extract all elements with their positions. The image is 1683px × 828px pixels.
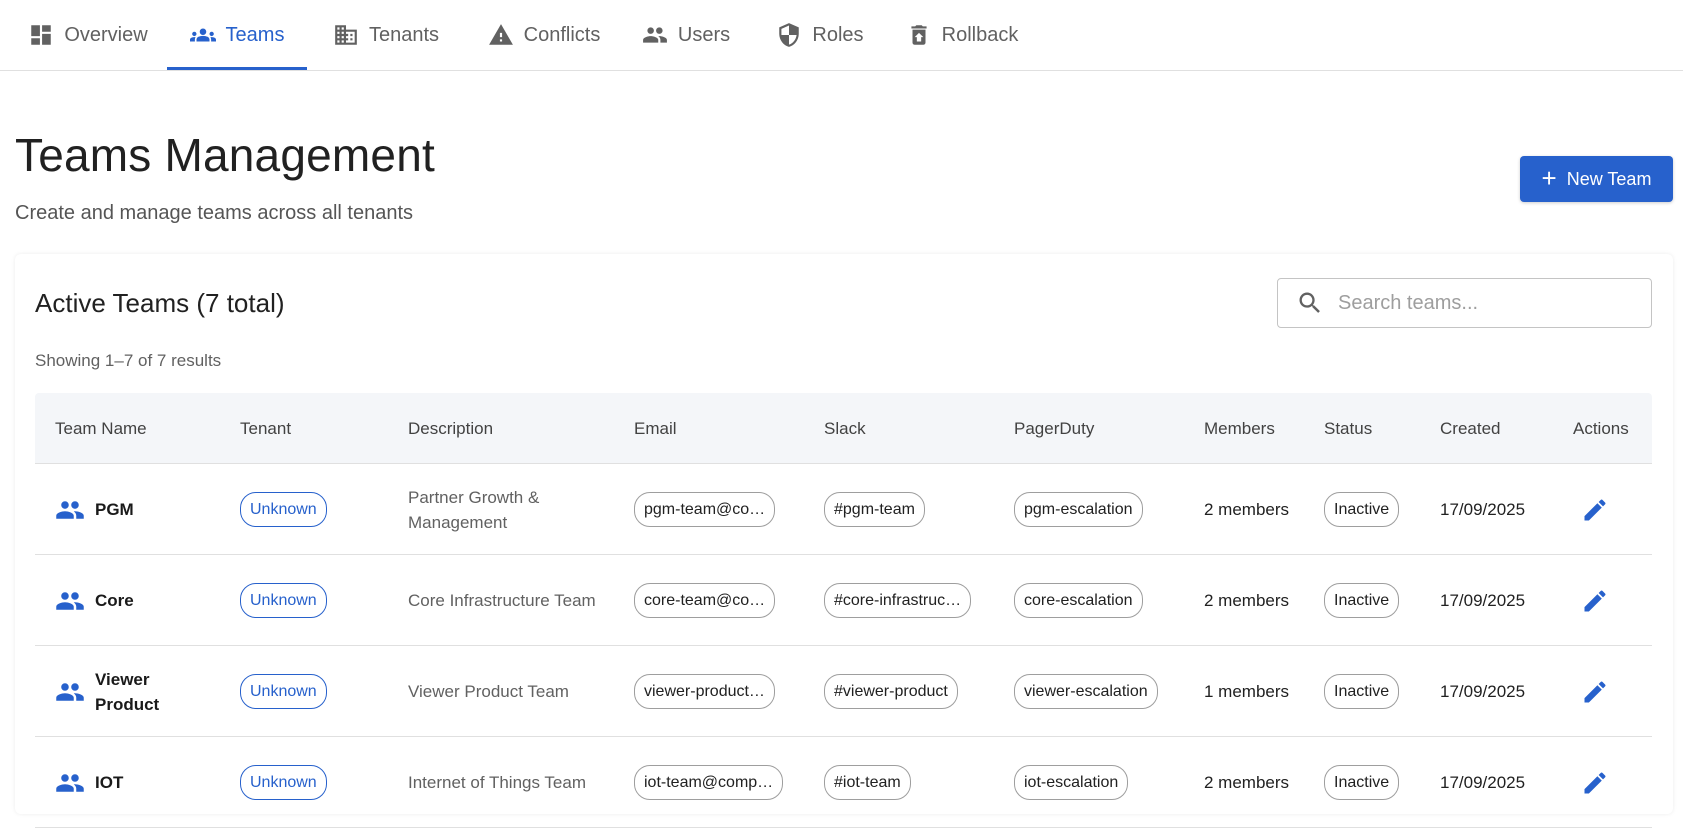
tab-label: Teams bbox=[225, 23, 285, 46]
team-description: Partner Growth & Management bbox=[408, 487, 540, 532]
slack-chip[interactable]: #viewer-product bbox=[824, 674, 958, 709]
edit-icon[interactable] bbox=[1581, 464, 1609, 555]
team-description: Core Infrastructure Team bbox=[408, 591, 596, 610]
people-icon bbox=[642, 22, 668, 48]
new-team-button[interactable]: + New Team bbox=[1520, 156, 1673, 202]
new-team-button-label: New Team bbox=[1566, 168, 1652, 189]
tab-roles[interactable]: Roles bbox=[770, 0, 870, 70]
page-title: Teams Management bbox=[15, 129, 435, 181]
email-chip[interactable]: core-team@co… bbox=[634, 583, 776, 618]
search-input[interactable] bbox=[1338, 291, 1628, 315]
card-title: Active Teams (7 total) bbox=[35, 288, 285, 318]
tab-label: Users bbox=[677, 23, 731, 46]
status-badge: Inactive bbox=[1324, 765, 1400, 800]
team-icon bbox=[55, 646, 85, 737]
members-count: 2 members bbox=[1204, 773, 1290, 792]
column-header-tenant[interactable]: Tenant bbox=[240, 393, 291, 464]
pagerduty-chip[interactable]: iot-escalation bbox=[1014, 765, 1129, 800]
email-chip[interactable]: iot-team@comp… bbox=[634, 765, 784, 800]
table-row: PGM Unknown Partner Growth & Management … bbox=[35, 464, 1652, 555]
slack-chip[interactable]: #core-infrastruc… bbox=[824, 583, 972, 618]
tab-teams[interactable]: Teams bbox=[167, 0, 307, 70]
status-badge: Inactive bbox=[1324, 583, 1400, 618]
created-date: 17/09/2025 bbox=[1440, 591, 1526, 610]
search-icon bbox=[1299, 292, 1320, 313]
column-header-pagerduty[interactable]: PagerDuty bbox=[1014, 393, 1094, 464]
team-name: Core bbox=[95, 591, 134, 610]
slack-chip[interactable]: #iot-team bbox=[824, 765, 911, 800]
column-header-slack[interactable]: Slack bbox=[824, 393, 866, 464]
tenant-chip[interactable]: Unknown bbox=[240, 765, 327, 800]
building-icon bbox=[333, 22, 359, 48]
team-description: Internet of Things Team bbox=[408, 773, 586, 792]
pagerduty-chip[interactable]: core-escalation bbox=[1014, 583, 1143, 618]
tenant-chip[interactable]: Unknown bbox=[240, 674, 327, 709]
groups-icon bbox=[189, 22, 216, 48]
team-name: IOT bbox=[95, 773, 124, 792]
team-icon bbox=[55, 737, 85, 828]
teams-card: Active Teams (7 total) Showing 1–7 of 7 … bbox=[15, 254, 1673, 828]
tab-conflicts[interactable]: Conflicts bbox=[475, 0, 613, 70]
team-icon bbox=[55, 555, 85, 646]
column-header-description[interactable]: Description bbox=[408, 393, 493, 464]
tab-rollback[interactable]: Rollback bbox=[902, 0, 1022, 70]
edit-icon[interactable] bbox=[1581, 555, 1609, 646]
results-count: Showing 1–7 of 7 results bbox=[35, 351, 222, 370]
tab-label: Roles bbox=[812, 23, 864, 46]
column-header-created[interactable]: Created bbox=[1440, 393, 1500, 464]
table-header: Team Name Tenant Description Email Slack… bbox=[35, 393, 1652, 464]
edit-icon[interactable] bbox=[1581, 737, 1609, 828]
tenant-chip[interactable]: Unknown bbox=[240, 492, 327, 527]
shield-icon bbox=[776, 22, 802, 48]
tab-label: Rollback bbox=[941, 23, 1019, 46]
column-header-email[interactable]: Email bbox=[634, 393, 677, 464]
column-header-members[interactable]: Members bbox=[1204, 393, 1275, 464]
team-name: PGM bbox=[95, 500, 134, 519]
email-chip[interactable]: viewer-product… bbox=[634, 674, 775, 709]
column-header-status[interactable]: Status bbox=[1324, 393, 1372, 464]
created-date: 17/09/2025 bbox=[1440, 773, 1526, 792]
tab-label: Overview bbox=[64, 23, 148, 46]
pagerduty-chip[interactable]: viewer-escalation bbox=[1014, 674, 1158, 709]
tab-label: Conflicts bbox=[523, 23, 601, 46]
table-row: Viewer Product Unknown Viewer Product Te… bbox=[35, 646, 1652, 737]
team-name: Viewer Product bbox=[95, 669, 160, 714]
tab-tenants[interactable]: Tenants bbox=[320, 0, 452, 70]
team-description: Viewer Product Team bbox=[408, 682, 569, 701]
search-box[interactable] bbox=[1277, 278, 1652, 328]
slack-chip[interactable]: #pgm-team bbox=[824, 492, 925, 527]
table-row: Core Unknown Core Infrastructure Team co… bbox=[35, 555, 1652, 646]
pagerduty-chip[interactable]: pgm-escalation bbox=[1014, 492, 1143, 527]
team-icon bbox=[55, 464, 85, 555]
members-count: 2 members bbox=[1204, 500, 1290, 519]
warning-icon bbox=[488, 22, 514, 48]
tab-users[interactable]: Users bbox=[636, 0, 736, 70]
status-badge: Inactive bbox=[1324, 492, 1400, 527]
restore-bin-icon bbox=[906, 22, 932, 48]
edit-icon[interactable] bbox=[1581, 646, 1609, 737]
column-header-team-name[interactable]: Team Name bbox=[55, 393, 147, 464]
dashboard-icon bbox=[28, 22, 54, 48]
tab-label: Tenants bbox=[368, 23, 440, 46]
email-chip[interactable]: pgm-team@co… bbox=[634, 492, 776, 527]
members-count: 2 members bbox=[1204, 591, 1290, 610]
plus-icon: + bbox=[1541, 163, 1557, 193]
members-count: 1 members bbox=[1204, 682, 1290, 701]
teams-table: Team Name Tenant Description Email Slack… bbox=[35, 393, 1652, 828]
column-header-actions: Actions bbox=[1573, 418, 1629, 438]
status-badge: Inactive bbox=[1324, 674, 1400, 709]
table-row: IOT Unknown Internet of Things Team iot-… bbox=[35, 737, 1652, 828]
created-date: 17/09/2025 bbox=[1440, 500, 1526, 519]
created-date: 17/09/2025 bbox=[1440, 682, 1526, 701]
tenant-chip[interactable]: Unknown bbox=[240, 583, 327, 618]
tab-overview[interactable]: Overview bbox=[20, 0, 156, 70]
page-subtitle: Create and manage teams across all tenan… bbox=[15, 202, 413, 224]
top-navigation: Overview Teams Tenants Conflicts Users R… bbox=[0, 0, 1683, 71]
